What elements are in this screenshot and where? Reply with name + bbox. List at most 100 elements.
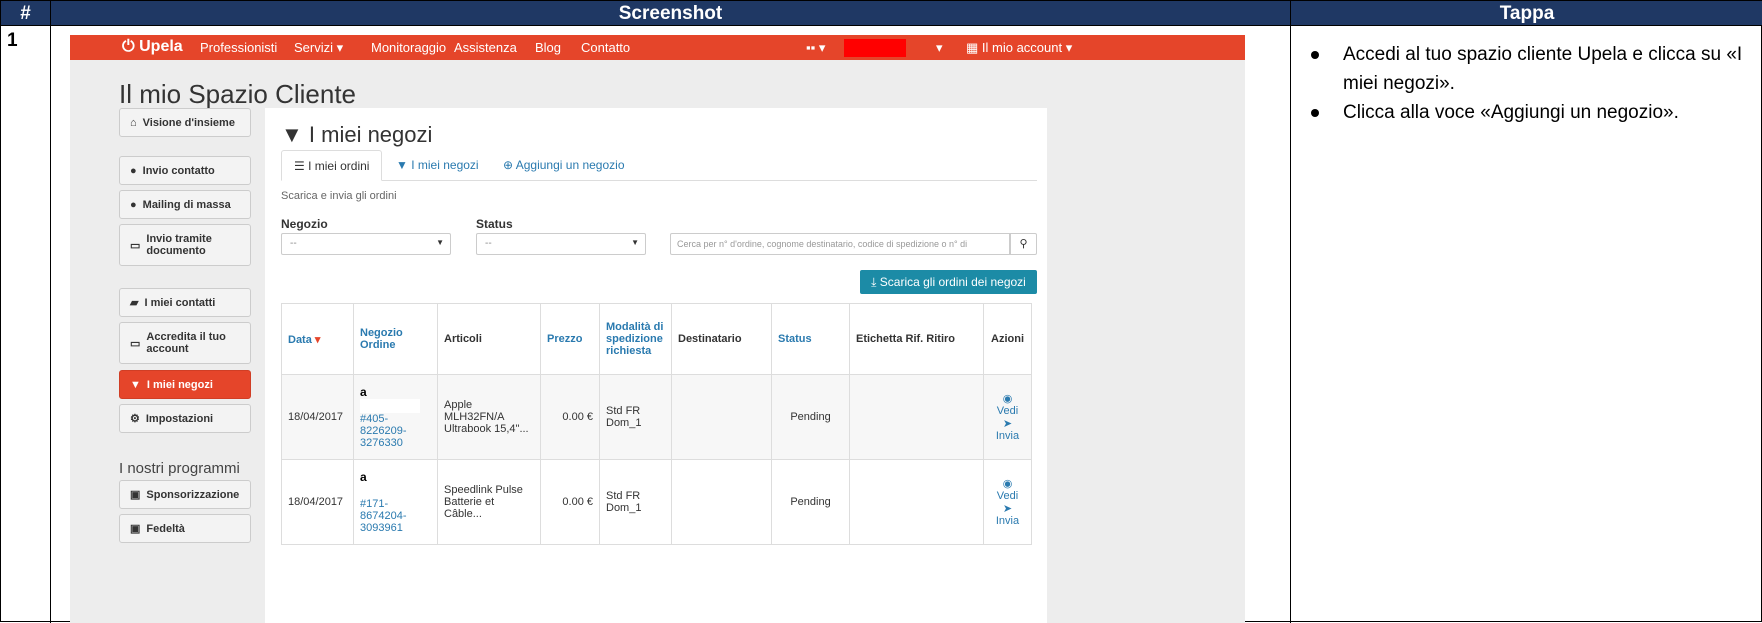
- screenshot-cell: ⏻ Upela Professionisti Servizi ▾ Monitor…: [51, 26, 1291, 623]
- view-link[interactable]: Vedi: [990, 490, 1025, 502]
- sidebar-item-fedelta[interactable]: ▣ Fedeltà: [119, 514, 251, 543]
- cell-article: Apple MLH32FN/A Ultrabook 15,4"...: [437, 374, 541, 460]
- amazon-logo: a: [360, 385, 367, 399]
- sidebar-item-impostazioni[interactable]: ⚙ Impostazioni: [119, 404, 251, 433]
- col-articoli: Articoli: [437, 303, 541, 375]
- user-icon: ●: [130, 164, 137, 177]
- language-flag-icon[interactable]: ▪▪ ▾: [806, 40, 825, 56]
- sidebar-item-invio-contatto[interactable]: ● Invio contatto: [119, 156, 251, 185]
- shop-select[interactable]: -- ▼: [281, 233, 451, 255]
- eye-icon: ◉: [1002, 478, 1013, 490]
- cart-icon: ▼: [281, 122, 309, 147]
- step-item: Clicca alla voce «Aggiungi un negozio».: [1303, 98, 1743, 127]
- eye-icon: ◉: [1002, 393, 1013, 405]
- order-link[interactable]: #405-8226209-3276330: [360, 413, 431, 449]
- cell-article: Speedlink Pulse Batterie et Câble...: [437, 459, 541, 545]
- table-header-row: Data ▾ Negozio Ordine Articoli Prezzo Mo…: [281, 303, 1032, 375]
- step-cell: Accedi al tuo spazio cliente Upela e cli…: [1291, 26, 1762, 623]
- table-row: 18/04/2017 a #405-8226209-3276330 Apple M…: [281, 374, 1032, 460]
- sidebar-item-mailing[interactable]: ● Mailing di massa: [119, 190, 251, 219]
- tab-ordini[interactable]: ☰ I miei ordini: [281, 150, 383, 181]
- cart-icon: ▼: [396, 158, 412, 172]
- page-title: Il mio Spazio Cliente: [119, 79, 356, 109]
- col-etichetta: Etichetta Rif. Ritiro: [849, 303, 984, 375]
- cell-actions: ◉ Vedi ➤ Invia: [983, 459, 1032, 545]
- nav-item-professionisti[interactable]: Professionisti: [200, 40, 277, 55]
- cart-icon: ▼: [130, 378, 141, 391]
- account-menu[interactable]: ▦ Il mio account ▾: [966, 40, 1072, 56]
- cell-price: 0.00 €: [540, 459, 600, 545]
- search-input[interactable]: Cerca per n° d'ordine, cognome destinata…: [670, 233, 1010, 255]
- gift-icon: ▣: [130, 489, 141, 501]
- nav-item-assistenza[interactable]: Assistenza: [454, 40, 517, 55]
- credit-card-icon: ▭: [130, 337, 141, 350]
- cell-recipient: [671, 374, 772, 460]
- view-link[interactable]: Vedi: [990, 405, 1025, 417]
- status-select[interactable]: -- ▼: [476, 233, 646, 255]
- tab-negozi[interactable]: ▼ I miei negozi: [384, 150, 491, 181]
- upela-logo[interactable]: ⏻ Upela: [122, 38, 183, 56]
- redacted-username: [844, 39, 906, 57]
- cell-label: [849, 374, 984, 460]
- col-negozio[interactable]: Negozio Ordine: [353, 303, 438, 375]
- send-link[interactable]: Invia: [990, 430, 1025, 442]
- panel-subtitle: Scarica e invia gli ordini: [281, 190, 397, 202]
- col-prezzo[interactable]: Prezzo: [540, 303, 600, 375]
- sidebar-item-negozi[interactable]: ▼ I miei negozi: [119, 370, 251, 399]
- nav-item-servizi[interactable]: Servizi ▾: [294, 40, 343, 56]
- row-number: 1: [1, 26, 51, 623]
- list-icon: ☰: [294, 159, 309, 173]
- col-data[interactable]: Data ▾: [281, 303, 354, 375]
- search-icon: ⚲: [1019, 238, 1028, 250]
- cell-order: a #171-8674204-3093961: [353, 459, 438, 545]
- tabs: ☰ I miei ordini ▼ I miei negozi ⊕ Aggiun…: [281, 150, 1037, 181]
- col-azioni: Azioni: [983, 303, 1032, 375]
- send-link[interactable]: Invia: [990, 515, 1025, 527]
- redacted-shop-name: [360, 399, 420, 413]
- header-step: Tappa: [1291, 1, 1762, 26]
- plus-circle-icon: ⊕: [503, 158, 516, 172]
- status-filter-label: Status: [476, 217, 513, 231]
- shop-filter-label: Negozio: [281, 217, 328, 231]
- cell-actions: ◉ Vedi ➤ Invia: [983, 374, 1032, 460]
- nav-item-blog[interactable]: Blog: [535, 40, 561, 55]
- sidebar-item-sponsorizzazione[interactable]: ▣ Sponsorizzazione: [119, 480, 251, 509]
- cell-shipping: Std FR Dom_1: [599, 459, 672, 545]
- cell-date: 18/04/2017: [281, 374, 354, 460]
- cell-order: a #405-8226209-3276330: [353, 374, 438, 460]
- amazon-logo: a: [360, 470, 367, 484]
- sidebar-item-accredita[interactable]: ▭ Accredita il tuo account: [119, 322, 251, 364]
- users-icon: ●: [130, 198, 137, 211]
- col-modalita[interactable]: Modalità di spedizione richiesta: [599, 303, 672, 375]
- col-destinatario: Destinatario: [671, 303, 772, 375]
- main-panel: ▼ I miei negozi ☰ I miei ordini ▼ I miei…: [265, 108, 1047, 623]
- gift-icon: ▣: [130, 523, 141, 535]
- sort-desc-icon: ▾: [314, 333, 321, 346]
- download-orders-button[interactable]: ⤓ Scarica gli ordini dei negozi: [860, 270, 1037, 294]
- cell-shipping: Std FR Dom_1: [599, 374, 672, 460]
- grid-icon: ▦: [966, 40, 982, 55]
- tab-aggiungi-negozio[interactable]: ⊕ Aggiungi un negozio: [491, 150, 637, 181]
- gear-icon: ⚙: [130, 413, 140, 425]
- user-chevron-icon[interactable]: ▾: [936, 40, 943, 56]
- cell-recipient: [671, 459, 772, 545]
- sidebar-item-invio-documento[interactable]: ▭ Invio tramite documento: [119, 224, 251, 266]
- nav-item-contatto[interactable]: Contatto: [581, 40, 630, 55]
- step-list: Accedi al tuo spazio cliente Upela e cli…: [1303, 40, 1743, 127]
- cell-price: 0.00 €: [540, 374, 600, 460]
- sidebar-item-visione[interactable]: ⌂ Visione d'insieme: [119, 108, 251, 137]
- table-row: 18/04/2017 a #171-8674204-3093961 Speedli…: [281, 459, 1032, 545]
- header-screenshot: Screenshot: [51, 1, 1291, 26]
- download-icon: ⤓: [871, 275, 880, 289]
- col-status[interactable]: Status: [771, 303, 850, 375]
- search-button[interactable]: ⚲: [1010, 233, 1037, 255]
- book-icon: ▰: [130, 297, 139, 309]
- order-link[interactable]: #171-8674204-3093961: [360, 498, 431, 534]
- nav-item-monitoraggio[interactable]: Monitoraggio: [371, 40, 446, 55]
- header-number: #: [1, 1, 51, 26]
- panel-title: ▼ I miei negozi: [281, 122, 433, 147]
- sidebar-item-contatti[interactable]: ▰ I miei contatti: [119, 288, 251, 317]
- cell-status: Pending: [771, 374, 850, 460]
- orders-table: Data ▾ Negozio Ordine Articoli Prezzo Mo…: [281, 303, 1032, 545]
